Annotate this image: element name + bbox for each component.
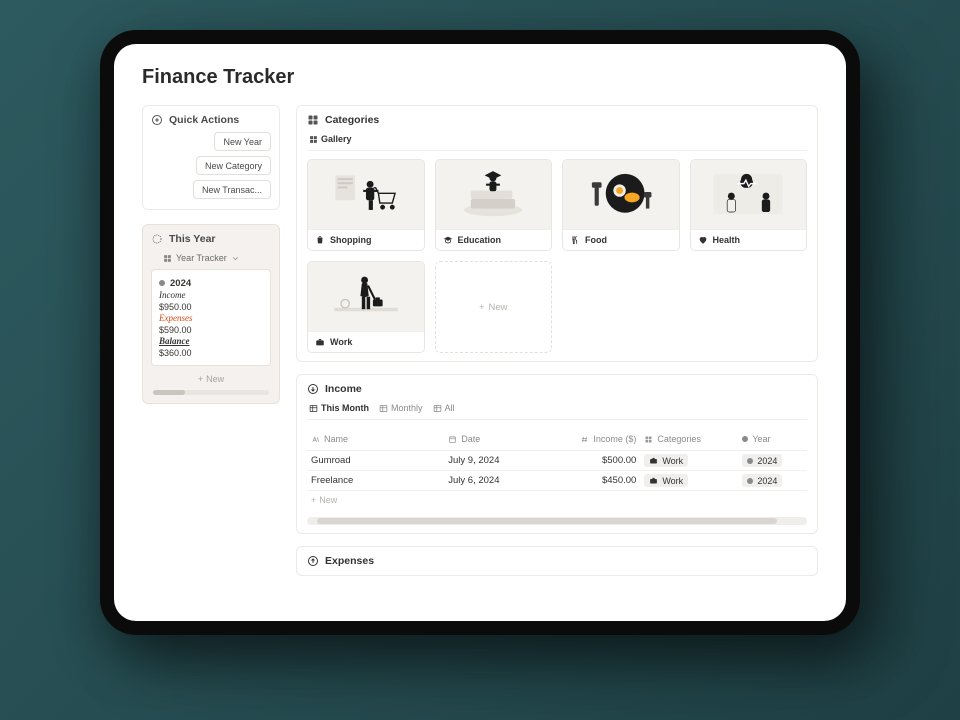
dot-icon [742,436,748,442]
year-tracker-tab[interactable]: Year Tracker [163,253,267,263]
tablet-frame: Finance Tracker Quick Actions New Year [100,30,860,635]
income-title: Income [325,383,362,395]
food-icon [570,235,580,245]
tab-this-month[interactable]: This Month [307,401,371,415]
hash-icon [580,435,589,444]
quick-actions-block: Quick Actions New Year New Category New … [142,105,280,210]
category-label: Shopping [330,235,372,245]
new-year-button[interactable]: New Year [214,132,271,151]
expenses-section-header[interactable]: Expenses [296,546,818,576]
sidebar: Quick Actions New Year New Category New … [142,105,280,608]
grid-icon [644,435,653,444]
table-icon [433,404,442,413]
target-icon [151,233,163,245]
category-illustration [691,160,807,229]
categories-section: Categories Gallery [296,105,818,362]
year-value: 2024 [170,278,191,289]
category-label: Health [713,235,741,245]
arrow-circle-down-icon [307,383,319,395]
app-screen: Finance Tracker Quick Actions New Year [114,44,846,621]
this-year-title: This Year [169,233,216,245]
expenses-label: Expenses [159,313,193,323]
gallery-icon [309,135,318,144]
table-row[interactable]: Gumroad July 9, 2024 $500.00 Work 2024 [307,451,807,471]
category-label: Education [458,235,502,245]
balance-label: Balance [159,336,190,346]
category-label: Food [585,235,607,245]
gallery-icon [163,254,172,263]
category-label: Work [330,337,352,347]
income-label: Income [159,290,186,300]
new-category-button[interactable]: New Category [196,156,271,175]
calendar-icon [448,435,457,444]
page-title: Finance Tracker [142,66,818,89]
category-card-shopping[interactable]: Shopping [307,159,425,251]
main-content: Categories Gallery [296,105,818,608]
briefcase-icon [649,456,658,465]
quick-actions-title: Quick Actions [169,114,239,126]
tab-monthly[interactable]: Monthly [377,401,425,415]
category-new-button[interactable]: +New [435,261,553,353]
shopping-bag-icon [315,235,325,245]
expenses-title: Expenses [325,555,374,567]
arrow-circle-up-icon [307,555,319,567]
table-row[interactable]: Freelance July 6, 2024 $450.00 Work 2024 [307,471,807,491]
briefcase-icon [649,476,658,485]
year-card[interactable]: 2024 Income $950.00 Expenses $590.00 Bal… [151,269,271,366]
balance-value: $360.00 [159,348,192,358]
expenses-value: $590.00 [159,325,192,335]
category-card-work[interactable]: Work [307,261,425,353]
category-card-education[interactable]: Education [435,159,553,251]
briefcase-icon [315,337,325,347]
sidebar-scrollbar[interactable] [153,390,269,395]
category-illustration [308,262,424,331]
table-icon [309,404,318,413]
income-new-row[interactable]: +New [307,491,807,509]
this-year-block: This Year Year Tracker 202 [142,224,280,404]
new-transaction-button[interactable]: New Transac... [193,180,271,199]
text-icon [311,435,320,444]
gallery-tab[interactable]: Gallery [307,132,354,146]
chevron-down-icon [231,254,240,263]
table-icon [379,404,388,413]
year-new-button[interactable]: +New [151,374,271,384]
income-table-header: Name Date Income ($) Categories Year [307,428,807,451]
category-illustration [308,160,424,229]
category-card-food[interactable]: Food [562,159,680,251]
graduation-icon [443,235,453,245]
grid-icon [307,114,319,126]
income-section: Income This Month Monthly [296,374,818,534]
health-icon [698,235,708,245]
plus-circle-icon [151,114,163,126]
category-card-health[interactable]: Health [690,159,808,251]
income-value: $950.00 [159,302,192,312]
category-illustration [436,160,552,229]
tab-all[interactable]: All [431,401,457,415]
category-illustration [563,160,679,229]
categories-title: Categories [325,114,379,126]
income-scrollbar[interactable] [307,517,807,525]
